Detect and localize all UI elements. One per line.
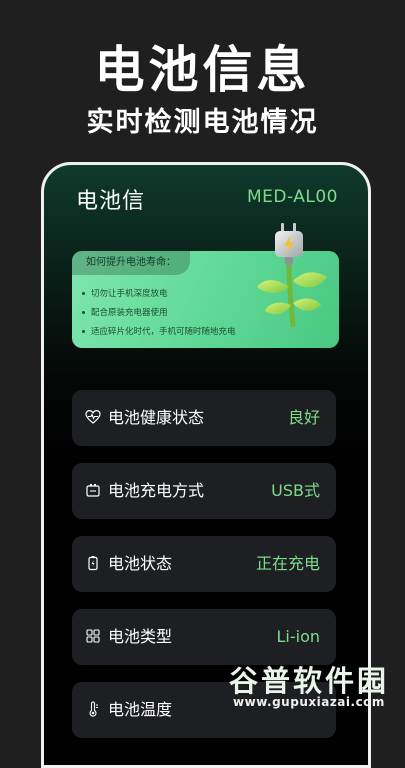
grid-icon [86,629,100,643]
promo-subtitle: 实时检测电池情况 [86,107,319,138]
row-battery-status[interactable]: 电池状态 正在充电 [72,536,336,592]
row-charging-method[interactable]: 电池充电方式 USB式 [72,463,336,519]
battery-tips-card: 如何提升电池寿命： 切勿让手机深度放电 配合原装充电器使用 适应碎片化时代，手机… [72,223,339,348]
plug-plant-illustration [257,223,327,328]
app-title: 电池信 [76,189,146,214]
watermark-url: www.gupuxiazai.com [233,695,385,709]
row-label: 电池充电方式 [108,481,205,500]
row-label: 电池状态 [108,554,173,573]
row-value: Li-ion [276,627,320,646]
device-model: MED-AL00 [247,187,338,207]
tip-item: 切勿让手机深度放电 [82,285,236,304]
row-value: 良好 [287,408,320,427]
bullet-icon [82,311,85,314]
row-label: 电池健康状态 [108,408,205,427]
tip-item: 配合原装充电器使用 [82,304,236,323]
tip-item: 适应碎片化时代，手机可随时随地充电 [82,323,236,342]
promo-title: 电池信息 [94,41,311,99]
row-label: 电池类型 [108,627,173,646]
bullet-icon [82,330,85,333]
row-value: 正在充电 [255,554,320,573]
thermometer-icon [89,701,98,717]
tips-title: 如何提升电池寿命： [72,251,190,275]
watermark-title: 谷普软件园 [228,664,389,698]
bullet-icon [82,292,85,295]
battery-charging-icon [88,556,98,571]
row-battery-health[interactable]: 电池健康状态 良好 [72,390,336,446]
row-label: 电池温度 [108,700,173,719]
heart-pulse-icon [85,409,101,424]
tips-list: 切勿让手机深度放电 配合原装充电器使用 适应碎片化时代，手机可随时随地充电 [82,285,236,342]
site-watermark: 谷普软件园 www.gupuxiazai.com [218,658,400,716]
row-value: USB式 [271,481,320,500]
battery-outline-icon [86,484,100,497]
row-battery-type[interactable]: 电池类型 Li-ion [72,609,336,665]
